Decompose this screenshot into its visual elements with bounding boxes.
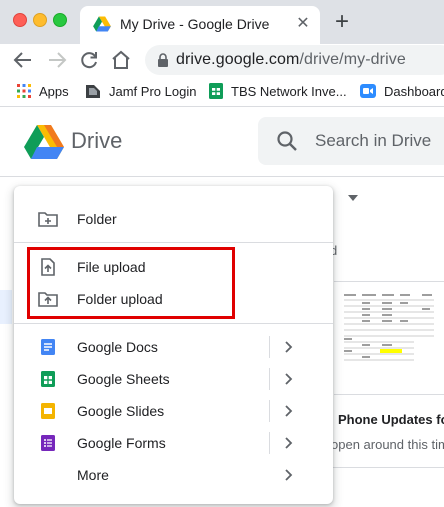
submenu-divider [269, 432, 270, 454]
minimize-window-button[interactable] [33, 13, 47, 27]
submenu-divider [269, 336, 270, 358]
chevron-right-icon[interactable] [284, 372, 294, 386]
jamf-icon [86, 85, 100, 98]
upload-options-highlight [27, 247, 235, 319]
bookmark-apps[interactable]: Apps [17, 76, 69, 106]
google-drive-favicon-icon [93, 16, 111, 32]
bookmark-label: Jamf Pro Login [109, 83, 197, 99]
submenu-divider [269, 368, 270, 390]
menu-item-label: Google Sheets [77, 371, 170, 387]
menu-item-google-docs[interactable]: Google Docs [14, 331, 333, 363]
browser-toolbar: drive.google.com/drive/my-drive [0, 44, 444, 76]
header-divider [0, 176, 444, 177]
browser-tab-strip: My Drive - Google Drive ✕ + [0, 0, 444, 44]
chevron-right-icon[interactable] [284, 340, 294, 354]
menu-item-label: Google Forms [77, 435, 166, 451]
google-slides-icon [41, 403, 55, 419]
menu-item-folder[interactable]: Folder [14, 203, 333, 235]
new-folder-icon [38, 212, 58, 227]
app-title[interactable]: Drive [71, 128, 122, 154]
bookmarks-bar: Apps Jamf Pro Login TBS Network Inve... … [0, 76, 444, 107]
video-icon [360, 84, 376, 98]
menu-item-label: More [77, 467, 109, 483]
bookmark-dashboard[interactable]: Dashboard [360, 76, 444, 106]
bookmark-jamf[interactable]: Jamf Pro Login [85, 76, 196, 106]
url-path: /drive/my-drive [299, 51, 406, 68]
bookmark-label: Dashboard [384, 83, 444, 99]
back-arrow-icon[interactable] [11, 48, 35, 72]
sheets-icon [209, 83, 223, 99]
file-card-divider [318, 467, 444, 468]
maximize-window-button[interactable] [53, 13, 67, 27]
google-sheets-icon [41, 371, 55, 387]
menu-item-label: Folder [77, 211, 117, 227]
bookmark-label: Apps [39, 83, 69, 99]
file-thumbnail[interactable] [334, 281, 444, 395]
apps-grid-icon [17, 84, 31, 98]
new-tab-button[interactable]: + [330, 10, 354, 35]
bookmark-tbs-network[interactable]: TBS Network Inve... [209, 76, 347, 106]
menu-item-more[interactable]: More [14, 459, 333, 491]
menu-divider [14, 242, 333, 243]
menu-item-label: Google Docs [77, 339, 158, 355]
search-placeholder: Search in Drive [315, 131, 432, 150]
chevron-right-icon[interactable] [284, 404, 294, 418]
url-text: drive.google.com/drive/my-drive [176, 51, 406, 69]
tab-title: My Drive - Google Drive [120, 16, 270, 32]
url-domain: drive.google.com [176, 51, 300, 68]
spreadsheet-preview [344, 294, 434, 361]
google-forms-icon [41, 435, 55, 451]
search-bar[interactable]: Search in Drive [258, 117, 444, 165]
google-drive-logo-icon[interactable] [24, 124, 64, 160]
google-docs-icon [41, 339, 55, 355]
menu-item-label: Google Slides [77, 403, 165, 419]
home-icon[interactable] [109, 48, 133, 72]
menu-item-google-slides[interactable]: Google Slides [14, 395, 333, 427]
menu-item-google-forms[interactable]: Google Forms [14, 427, 333, 459]
search-icon[interactable] [276, 130, 298, 152]
address-bar[interactable]: drive.google.com/drive/my-drive [145, 45, 444, 75]
reload-icon[interactable] [77, 48, 101, 72]
file-snippet-peek: open around this tim [331, 437, 444, 452]
close-window-button[interactable] [13, 13, 27, 27]
file-name-peek[interactable]: Phone Updates fo [338, 412, 444, 427]
submenu-divider [269, 400, 270, 422]
browser-tab[interactable]: My Drive - Google Drive ✕ [80, 6, 320, 44]
selected-nav-strip [0, 290, 12, 324]
bookmark-label: TBS Network Inve... [231, 83, 347, 99]
chevron-right-icon[interactable] [284, 468, 294, 482]
caret-down-icon[interactable] [348, 195, 358, 201]
menu-divider [14, 323, 333, 324]
tab-close-icon[interactable]: ✕ [294, 15, 312, 33]
new-item-menu: Folder File upload Folder upload Google … [14, 186, 333, 504]
forward-arrow-icon[interactable] [45, 48, 69, 72]
lock-icon [158, 53, 168, 67]
menu-item-google-sheets[interactable]: Google Sheets [14, 363, 333, 395]
chevron-right-icon[interactable] [284, 436, 294, 450]
